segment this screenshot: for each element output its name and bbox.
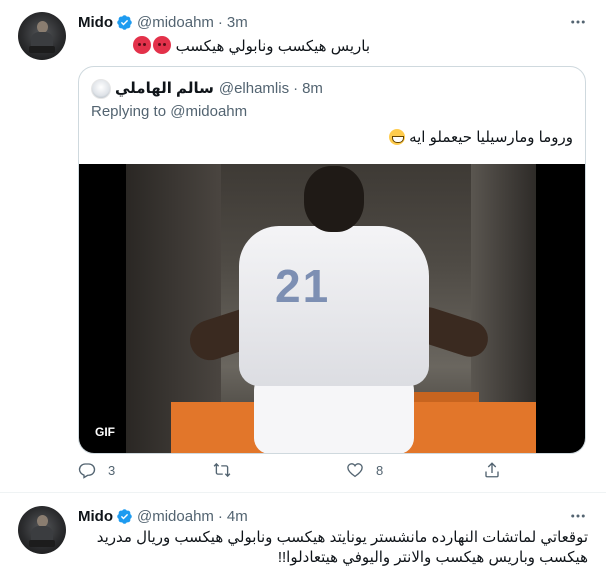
- avatar[interactable]: [18, 506, 66, 554]
- author-handle[interactable]: @midoahm: [137, 508, 214, 525]
- replying-handle: @midoahm: [170, 103, 248, 120]
- quoted-timestamp: 8m: [302, 79, 323, 97]
- gif-media[interactable]: 21 GIF: [79, 164, 585, 453]
- more-options-button[interactable]: [568, 12, 588, 32]
- more-options-button[interactable]: [568, 506, 588, 526]
- tweet[interactable]: Mido @midoahm · 4m توقعاتي لماتشات النها…: [0, 494, 606, 580]
- quoted-tweet-text: وروما ومارسيليا حيعملو ايه: [93, 128, 573, 148]
- retweet-icon: [213, 462, 231, 478]
- share-icon: [485, 462, 499, 478]
- grinning-squinting-face-emoji-icon: [388, 129, 405, 145]
- share-button[interactable]: [483, 459, 501, 481]
- quoted-author-avatar: [91, 79, 111, 99]
- tweet-text: باريس هيكسب ونابولي هيكسب: [40, 36, 370, 57]
- quoted-text-content: وروما ومارسيليا حيعملو ايه: [409, 129, 573, 146]
- retweet-button[interactable]: [213, 459, 243, 481]
- author-name[interactable]: Mido: [78, 14, 113, 31]
- replying-to: Replying to @midoahm: [91, 103, 247, 120]
- gif-badge: GIF: [91, 422, 119, 442]
- tweet-header: Mido @midoahm · 4m: [78, 505, 248, 527]
- separator-dot: ·: [217, 507, 223, 525]
- tweet[interactable]: Mido @midoahm · 3m باريس هيكسب ونابولي ه…: [0, 0, 606, 493]
- like-button[interactable]: 8: [346, 459, 383, 481]
- tweet-divider: [0, 492, 606, 493]
- like-count: 8: [376, 462, 384, 478]
- tweet-actions: 3 8: [78, 459, 518, 481]
- tweet-text-content: باريس هيكسب ونابولي هيكسب: [175, 38, 370, 55]
- reply-count: 3: [108, 462, 116, 478]
- quoted-author-name: سالم الهاملي: [115, 80, 214, 97]
- verified-badge-icon: [117, 508, 132, 524]
- reply-button[interactable]: 3: [78, 459, 115, 481]
- quoted-tweet-header: سالم الهاملي @elhamlis · 8m: [115, 77, 323, 99]
- author-handle[interactable]: @midoahm: [137, 14, 214, 31]
- separator-dot: ·: [217, 13, 223, 31]
- more-dots-icon: [571, 20, 585, 24]
- more-dots-icon: [571, 514, 585, 518]
- quoted-tweet[interactable]: سالم الهاملي @elhamlis · 8m Replying to …: [78, 66, 586, 454]
- replying-label: Replying to: [91, 103, 167, 120]
- reply-icon: [78, 463, 96, 479]
- author-name[interactable]: Mido: [78, 508, 113, 525]
- separator-dot: ·: [293, 79, 299, 97]
- heart-icon: [347, 463, 363, 478]
- angry-face-emoji-icon: [153, 36, 172, 54]
- tweet-text: توقعاتي لماتشات النهارده مانشستر يونايتد…: [96, 529, 588, 566]
- tweet-header: Mido @midoahm · 3m: [78, 11, 248, 33]
- jersey-number: 21: [275, 260, 331, 312]
- timestamp[interactable]: 4m: [227, 508, 248, 525]
- angry-face-emoji-icon: [133, 36, 152, 54]
- timestamp[interactable]: 3m: [227, 14, 248, 31]
- verified-badge-icon: [117, 14, 132, 30]
- quoted-author-handle: @elhamlis: [218, 79, 290, 97]
